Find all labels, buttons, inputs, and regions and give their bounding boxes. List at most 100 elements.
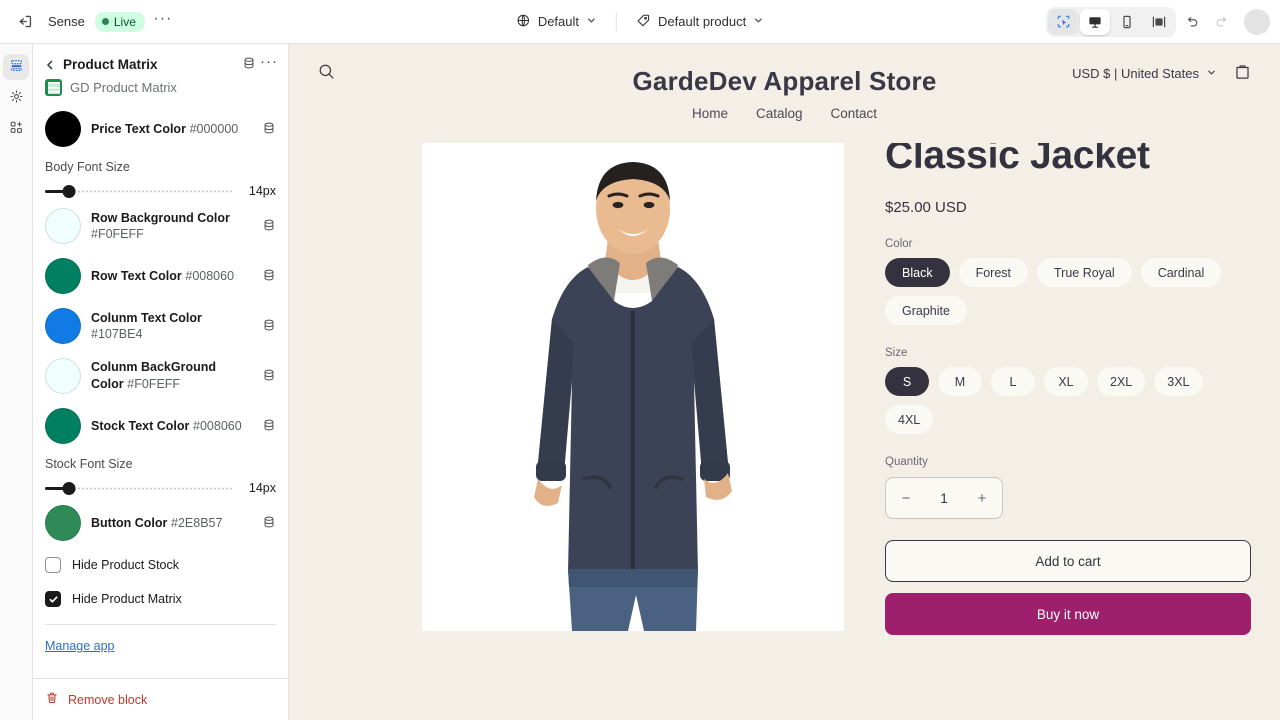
quantity-decrease-button[interactable]: − [898, 490, 914, 507]
color-swatch[interactable] [45, 308, 81, 344]
color-swatch[interactable] [45, 208, 81, 244]
cart-icon[interactable] [1233, 62, 1252, 84]
theme-selector[interactable]: Default [507, 7, 606, 37]
ellipsis-icon[interactable]: ··· [149, 8, 177, 36]
sidebar-item-theme-settings[interactable] [3, 85, 29, 111]
remove-block-button[interactable]: Remove block [33, 678, 288, 720]
setting-price-text-color[interactable]: Price Text Color #000000 [43, 104, 278, 154]
globe-icon [516, 13, 531, 31]
product-image[interactable] [422, 143, 844, 631]
setting-label: Price Text Color [91, 121, 186, 136]
setting-text: Colunm Text Color #107BE4 [91, 310, 252, 343]
cursor-select-icon[interactable] [1048, 8, 1078, 35]
setting-row-background-color[interactable]: Row Background Color #F0FEFF [43, 201, 278, 251]
setting-column-background-color[interactable]: Colunm BackGround Color #F0FEFF [43, 351, 278, 401]
size-option-4xl[interactable]: 4XL [885, 405, 934, 435]
slider-value: 14px [248, 184, 276, 198]
database-icon[interactable] [262, 368, 276, 385]
app-row[interactable]: GD Product Matrix [41, 75, 278, 96]
quantity-increase-button[interactable]: + [974, 490, 990, 507]
checkbox-box[interactable] [45, 557, 61, 573]
checkbox-hide-product-matrix[interactable]: Hide Product Matrix [43, 582, 278, 616]
color-options: Black Forest True Royal Cardinal Graphit… [885, 258, 1256, 326]
exit-icon[interactable] [10, 8, 38, 36]
fullwidth-icon[interactable] [1144, 9, 1174, 35]
slider-knob[interactable] [62, 184, 76, 198]
color-swatch[interactable] [45, 358, 81, 394]
device-toggle-group [1046, 6, 1176, 37]
ellipsis-icon[interactable]: ··· [260, 54, 278, 75]
color-option-black[interactable]: Black [885, 258, 950, 288]
avatar[interactable] [1244, 8, 1270, 35]
mobile-icon[interactable] [1112, 9, 1142, 35]
nav-item-catalog[interactable]: Catalog [756, 106, 803, 121]
tag-icon [636, 13, 651, 31]
color-option-graphite[interactable]: Graphite [885, 296, 967, 326]
store-header-right: USD $ | United States [1072, 62, 1252, 84]
live-dot-icon [101, 18, 109, 25]
color-option-true-royal[interactable]: True Royal [1037, 258, 1132, 288]
database-icon[interactable] [262, 218, 276, 235]
manage-app-link[interactable]: Manage app [45, 639, 115, 653]
nav-item-contact[interactable]: Contact [831, 106, 878, 121]
desktop-icon[interactable] [1080, 8, 1110, 35]
add-to-cart-button[interactable]: Add to cart [885, 540, 1251, 583]
color-swatch[interactable] [45, 111, 81, 147]
database-icon[interactable] [262, 418, 276, 435]
setting-text: Price Text Color #000000 [91, 121, 252, 138]
setting-value: #008060 [185, 268, 235, 283]
template-selector[interactable]: Default product [627, 7, 773, 37]
database-icon[interactable] [242, 56, 256, 73]
checkbox-label: Hide Product Stock [72, 558, 179, 572]
search-icon[interactable] [317, 62, 336, 84]
setting-button-color[interactable]: Button Color #2E8B57 [43, 498, 278, 548]
database-icon[interactable] [262, 515, 276, 532]
color-swatch[interactable] [45, 505, 81, 541]
product-media [289, 143, 879, 705]
body-font-size-slider[interactable] [45, 183, 232, 199]
color-swatch[interactable] [45, 258, 81, 294]
color-swatch[interactable] [45, 408, 81, 444]
size-option-l[interactable]: L [991, 367, 1035, 397]
store-header-row: GardeDev Apparel Store USD $ | United St… [317, 62, 1252, 96]
setting-label: Row Background Color [91, 210, 230, 225]
setting-row-text-color[interactable]: Row Text Color #008060 [43, 251, 278, 301]
color-option-cardinal[interactable]: Cardinal [1140, 258, 1222, 288]
chevron-down-icon [753, 14, 764, 29]
stock-font-size-slider[interactable] [45, 480, 232, 496]
gear-icon [9, 89, 24, 107]
size-option-s[interactable]: S [885, 367, 929, 397]
currency-selector[interactable]: USD $ | United States [1072, 66, 1217, 81]
template-selector-label: Default product [658, 14, 747, 29]
product-page: Men's Three Season Classic Jacket $25.00… [289, 121, 1280, 705]
buy-it-now-button[interactable]: Buy it now [885, 593, 1251, 636]
checkbox-box[interactable] [45, 591, 61, 607]
setting-label: Stock Font Size [45, 457, 133, 471]
sidebar-item-sections[interactable] [3, 54, 29, 80]
setting-text: Stock Text Color #008060 [91, 418, 252, 435]
setting-stock-text-color[interactable]: Stock Text Color #008060 [43, 401, 278, 451]
panel-header: Product Matrix ··· GD Product Matrix [33, 44, 288, 104]
size-option-2xl[interactable]: 2XL [1097, 367, 1146, 397]
size-option-m[interactable]: M [938, 367, 982, 397]
database-icon[interactable] [262, 318, 276, 335]
color-option-forest[interactable]: Forest [958, 258, 1029, 288]
slider-knob[interactable] [62, 481, 76, 495]
size-option-3xl[interactable]: 3XL [1154, 367, 1203, 397]
database-icon[interactable] [262, 121, 276, 138]
quantity-value[interactable]: 1 [940, 491, 948, 506]
nav-item-home[interactable]: Home [692, 106, 728, 121]
undo-icon[interactable] [1178, 8, 1206, 36]
sidebar-item-apps[interactable] [3, 116, 29, 142]
size-options: S M L XL 2XL 3XL 4XL [885, 367, 1256, 435]
panel-divider [45, 624, 276, 625]
database-icon[interactable] [262, 268, 276, 285]
size-option-xl[interactable]: XL [1044, 367, 1088, 397]
checkbox-hide-product-stock[interactable]: Hide Product Stock [43, 548, 278, 582]
storefront: GardeDev Apparel Store USD $ | United St… [289, 44, 1280, 720]
chevron-left-icon[interactable] [41, 55, 59, 75]
setting-text: Button Color #2E8B57 [91, 515, 252, 532]
setting-column-text-color[interactable]: Colunm Text Color #107BE4 [43, 301, 278, 351]
shop-name[interactable]: Sense [42, 14, 91, 29]
setting-value: #2E8B57 [171, 515, 223, 530]
